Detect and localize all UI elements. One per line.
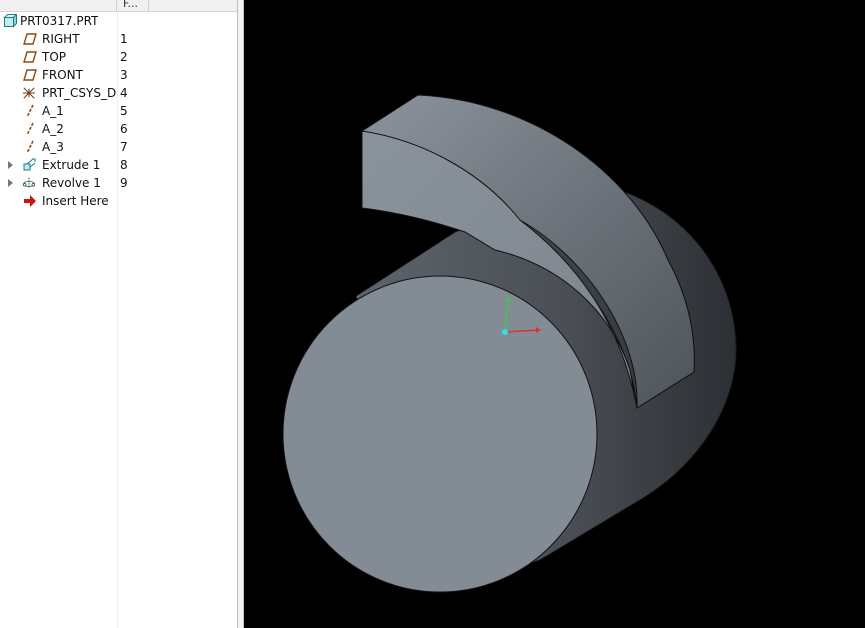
tree-item-front[interactable]: FRONT 3	[0, 66, 236, 84]
tree-item-a3[interactable]: A_3 7	[0, 138, 236, 156]
datum-plane-icon	[23, 69, 37, 81]
tree-item-label: PRT_CSYS_D	[42, 86, 117, 100]
extrude-icon	[23, 158, 36, 171]
tree-item-revolve-1[interactable]: Revolve 1 9	[0, 174, 236, 192]
tree-item-extrude-1[interactable]: Extrude 1 8	[0, 156, 236, 174]
feature-number: 6	[120, 122, 128, 136]
tree-item-label: Extrude 1	[42, 158, 101, 172]
model-tree-header: F...	[0, 0, 237, 12]
feature-number: 2	[120, 50, 128, 64]
tree-item-top[interactable]: TOP 2	[0, 48, 236, 66]
tree-item-label: Revolve 1	[42, 176, 101, 190]
datum-axis-icon	[26, 140, 34, 154]
feature-number: 7	[120, 140, 128, 154]
feature-number: 8	[120, 158, 128, 172]
name-column-header[interactable]	[0, 0, 117, 11]
model-3d-view[interactable]	[244, 0, 865, 628]
tree-item-label: A_2	[42, 122, 64, 136]
tree-item-a2[interactable]: A_2 6	[0, 120, 236, 138]
feature-number-column-header[interactable]: F...	[117, 0, 149, 11]
insert-arrow-icon	[24, 195, 36, 207]
tree-root-part[interactable]: PRT0317.PRT	[0, 12, 236, 30]
expand-arrow-icon[interactable]	[8, 161, 13, 169]
feature-number: 1	[120, 32, 128, 46]
part-icon	[3, 14, 17, 28]
graphics-viewport[interactable]	[244, 0, 865, 628]
expand-arrow-icon[interactable]	[8, 179, 13, 187]
datum-plane-icon	[23, 51, 37, 63]
datum-plane-icon	[23, 33, 37, 45]
y-axis-arrow-icon	[506, 298, 510, 302]
tree-item-label: Insert Here	[42, 194, 109, 208]
feature-number: 3	[120, 68, 128, 82]
tree-item-right[interactable]: RIGHT 1	[0, 30, 236, 48]
tree-item-label: RIGHT	[42, 32, 80, 46]
feature-number: 9	[120, 176, 128, 190]
csys-icon	[22, 87, 36, 99]
datum-axis-icon	[26, 104, 34, 118]
model-tree-panel: F... PRT0317.PRT RIGHT 1 TOP 2 FRONT 3 P…	[0, 0, 237, 628]
tree-item-label: A_3	[42, 140, 64, 154]
tree-item-label: FRONT	[42, 68, 83, 82]
tree-item-insert-here[interactable]: Insert Here	[0, 192, 236, 210]
tree-item-label: TOP	[42, 50, 67, 64]
revolve-icon	[22, 177, 36, 189]
feature-number: 5	[120, 104, 128, 118]
tree-item-a1[interactable]: A_1 5	[0, 102, 236, 120]
origin-point-icon	[502, 329, 508, 335]
panel-splitter[interactable]	[237, 0, 244, 628]
tree-item-label: A_1	[42, 104, 64, 118]
tree-item-csys[interactable]: PRT_CSYS_D 4	[0, 84, 236, 102]
datum-axis-icon	[26, 122, 34, 136]
feature-number: 4	[120, 86, 128, 100]
tree-root-label: PRT0317.PRT	[20, 14, 99, 28]
cylinder-end-face[interactable]	[282, 275, 598, 593]
